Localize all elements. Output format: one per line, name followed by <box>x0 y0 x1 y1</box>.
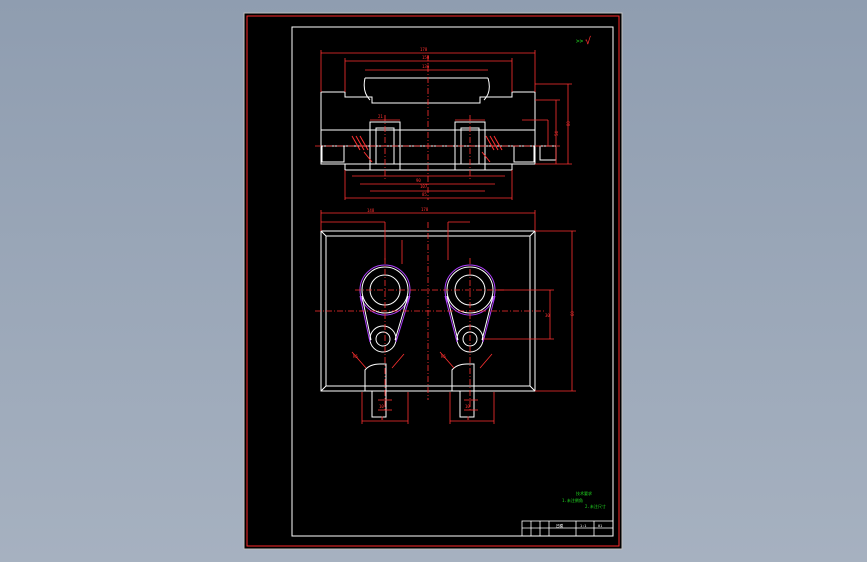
drawing-sheet: >> √ 178 150 130 90 107 85 21 80 54 178 … <box>243 12 623 550</box>
dim-10-right: 10 <box>465 404 470 409</box>
dim-r5-right: R5 <box>441 354 446 359</box>
title-part-name: 凹模 <box>556 523 564 528</box>
note-1: 1.未注倒角 <box>562 497 583 503</box>
dim-90: 90 <box>416 178 421 183</box>
dim-150: 150 <box>422 55 430 60</box>
dim-178: 178 <box>420 47 428 52</box>
dim-r5-left: R5 <box>353 354 358 359</box>
dim-front-148: 148 <box>367 208 375 213</box>
note-2: 2.未注尺寸 <box>585 503 606 509</box>
dim-front-178: 178 <box>421 207 429 212</box>
title-number: 01 <box>598 524 602 528</box>
dim-54: 54 <box>554 131 559 136</box>
dim-107: 107 <box>420 184 428 189</box>
dim-front-60: 60 <box>570 311 575 316</box>
dim-21: 21 <box>378 114 383 119</box>
dim-85: 85 <box>422 192 427 197</box>
cad-viewport[interactable]: >> √ 178 150 130 90 107 85 21 80 54 178 … <box>0 0 867 562</box>
dim-30: 30 <box>545 313 550 318</box>
paper <box>243 12 623 550</box>
roughness-prefix: >> <box>576 38 584 45</box>
roughness-symbol: √ <box>585 35 591 47</box>
dim-10-left: 10 <box>379 404 384 409</box>
title-scale: 1:1 <box>580 524 586 528</box>
note-heading: 技术要求 <box>576 490 592 496</box>
dim-130: 130 <box>422 64 430 69</box>
dim-80: 80 <box>566 121 571 126</box>
